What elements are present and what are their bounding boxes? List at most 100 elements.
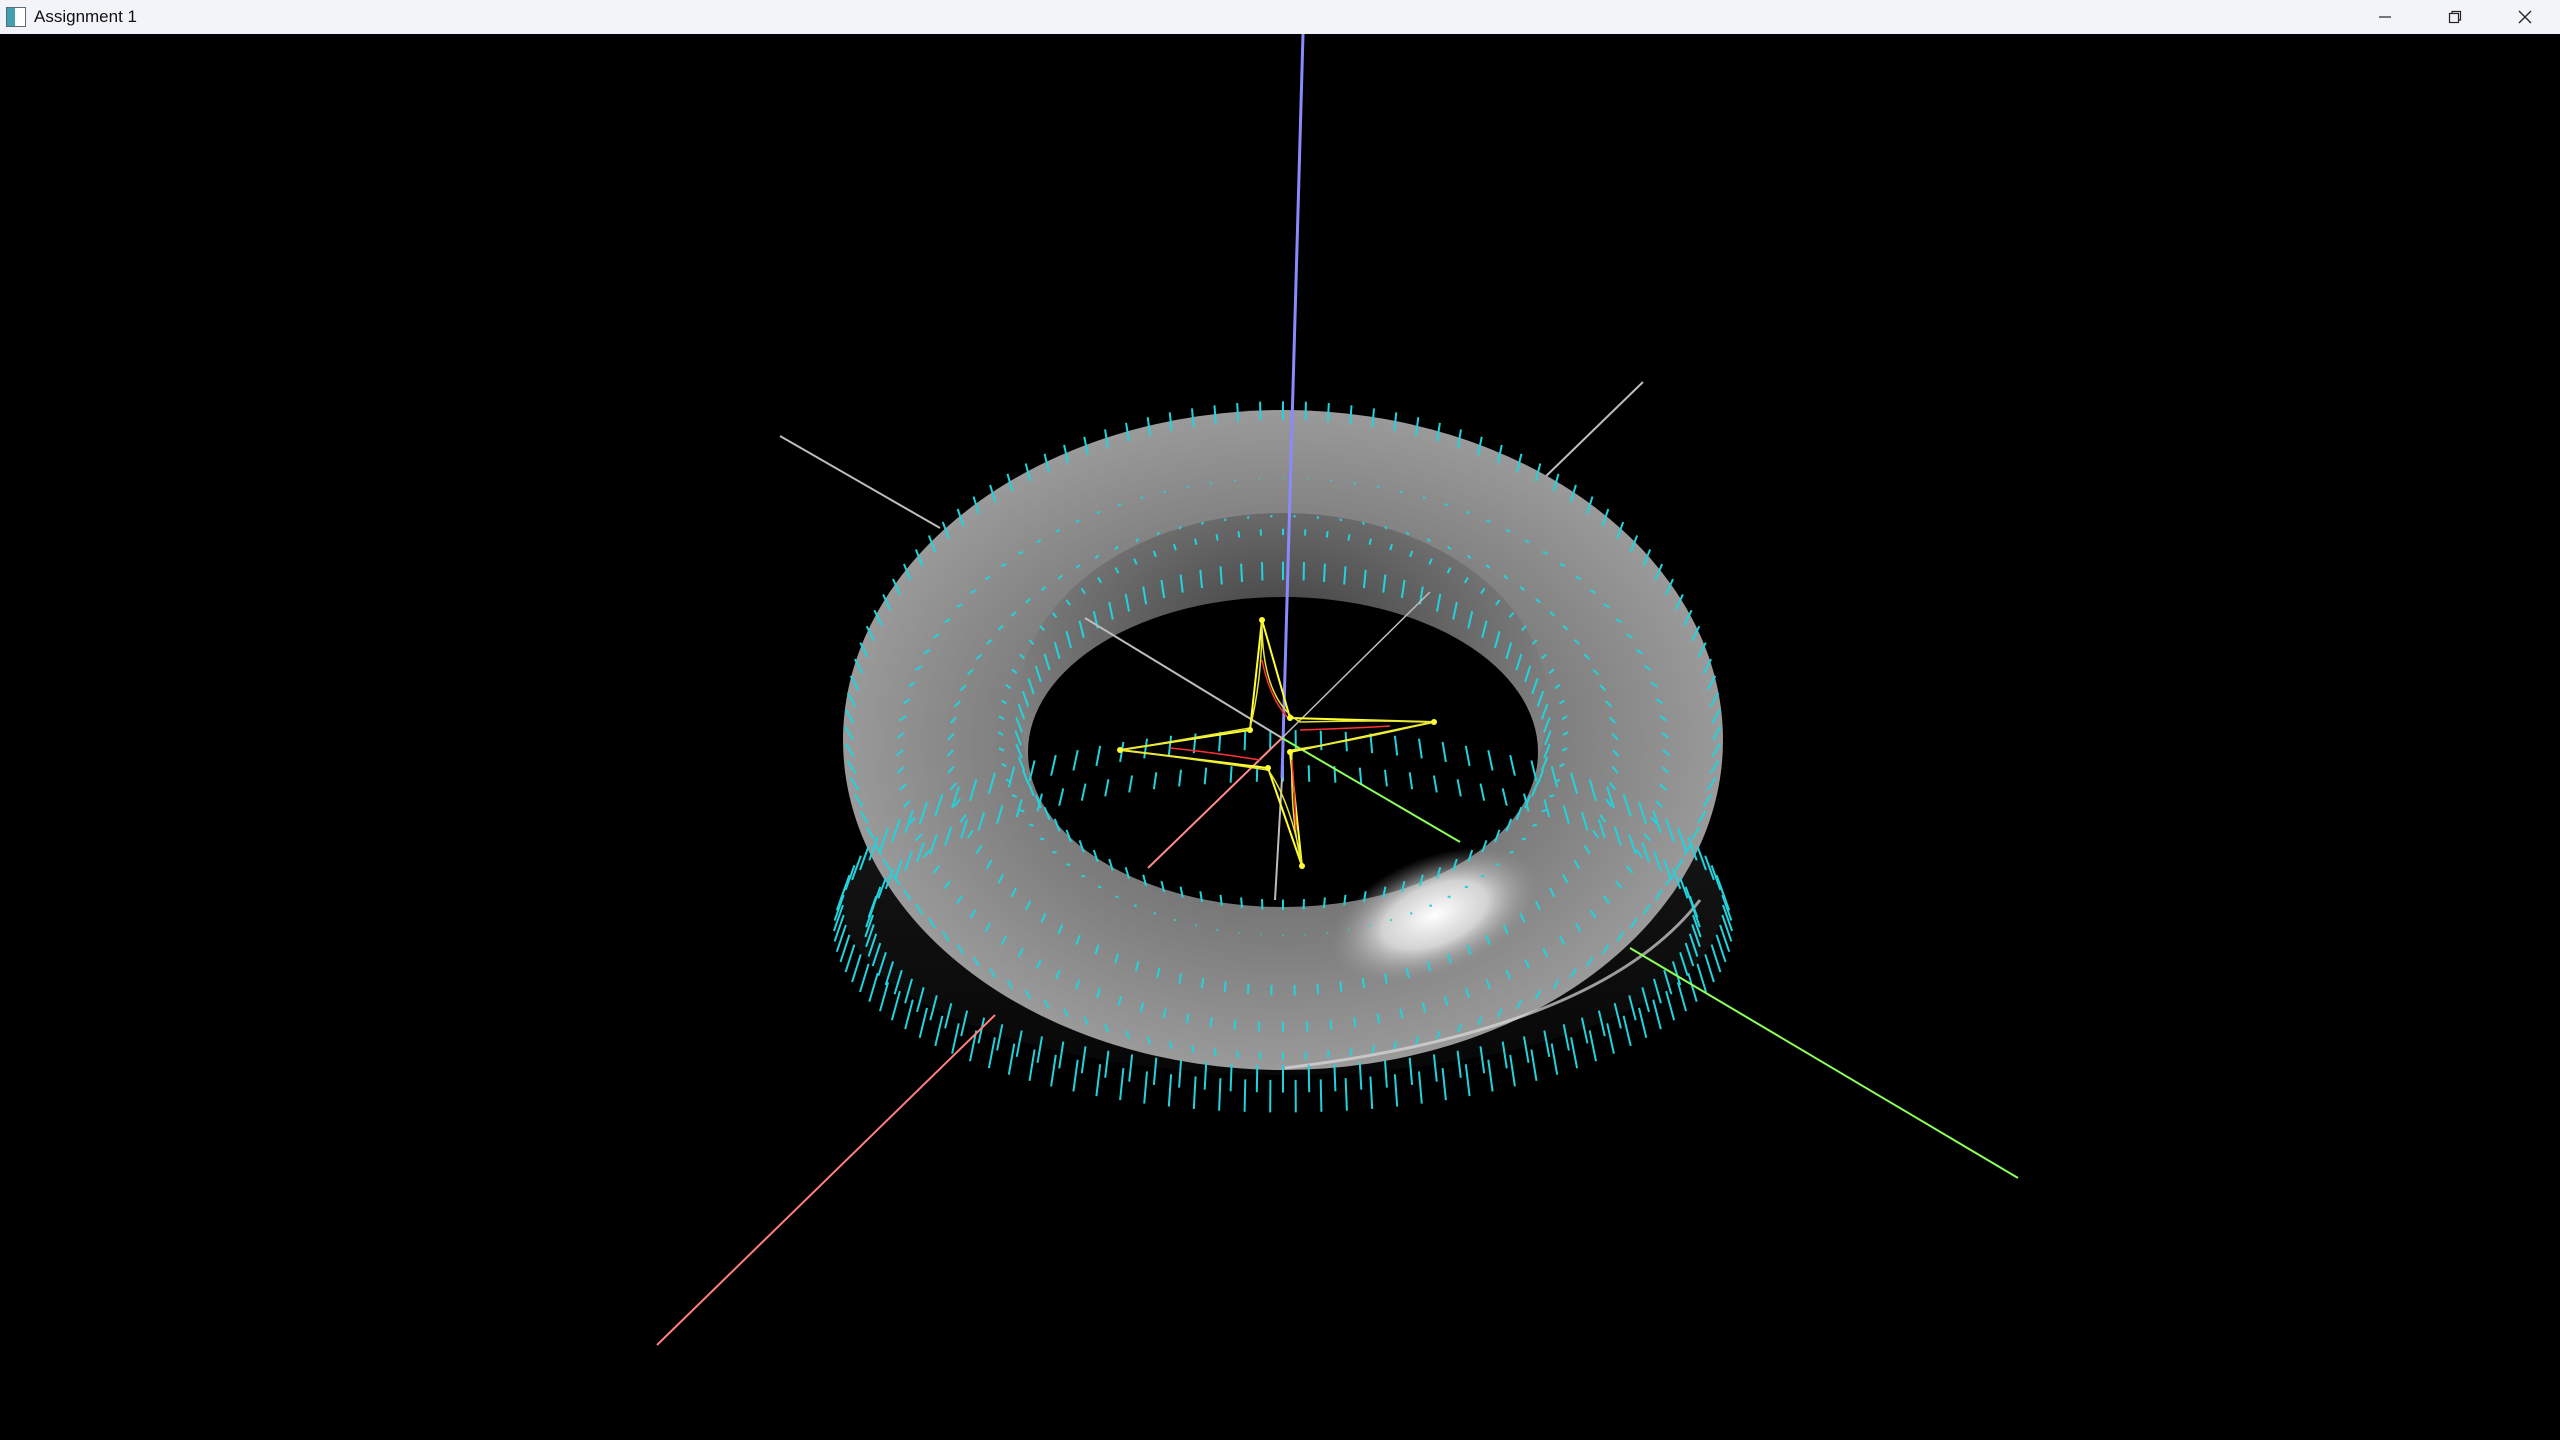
normal-vector — [1246, 516, 1250, 519]
normal-vector — [1050, 1054, 1057, 1087]
normal-vector — [918, 1007, 928, 1038]
normal-vector — [1028, 823, 1034, 827]
normal-vector — [1369, 924, 1372, 927]
normal-vector — [1384, 525, 1388, 530]
normal-vector — [879, 981, 890, 1012]
normal-vector — [1237, 531, 1241, 538]
normal-vector — [1319, 730, 1323, 751]
normal-vector — [1243, 730, 1247, 751]
normal-vector — [1333, 1063, 1337, 1092]
opengl-viewport[interactable] — [0, 34, 2560, 1440]
normal-vector — [1219, 894, 1223, 906]
normal-vector — [1325, 531, 1329, 538]
normal-vector — [1233, 479, 1237, 482]
normal-vector — [1521, 837, 1527, 841]
normal-vector — [1163, 490, 1167, 494]
control-point[interactable] — [1287, 749, 1293, 755]
control-point[interactable] — [1117, 747, 1123, 753]
normal-vector — [1233, 1019, 1237, 1030]
restore-icon — [2448, 10, 2462, 24]
normal-vector — [1376, 485, 1380, 489]
normal-vector — [1344, 1078, 1348, 1111]
opengl-window-icon — [6, 7, 26, 27]
window-controls — [2350, 0, 2560, 34]
control-point[interactable] — [1247, 727, 1253, 733]
normal-vector — [1532, 823, 1538, 827]
normal-vector — [1213, 405, 1217, 424]
normal-vector — [987, 1037, 996, 1069]
normal-vector — [1606, 1023, 1615, 1054]
control-point[interactable] — [1259, 617, 1265, 623]
normal-vector — [1028, 1049, 1036, 1081]
grid-line-back-right — [1539, 381, 1644, 483]
normal-vector — [1255, 1064, 1259, 1093]
normal-vector — [1622, 1015, 1632, 1047]
y-axis — [1629, 947, 2019, 1179]
normal-vector — [1339, 518, 1343, 522]
normal-vector — [1399, 490, 1403, 494]
control-point[interactable] — [1299, 863, 1305, 869]
normal-vector — [934, 1015, 944, 1047]
normal-vector — [1039, 837, 1045, 841]
normal-vector — [1229, 1063, 1233, 1092]
normal-vector — [1316, 983, 1320, 995]
normal-vector — [1326, 403, 1330, 422]
x-axis — [656, 1014, 996, 1346]
normal-vector — [1393, 1074, 1399, 1107]
normal-vector — [1710, 944, 1722, 973]
control-point[interactable] — [1287, 715, 1293, 721]
normal-vector — [1200, 521, 1205, 525]
normal-vector — [1339, 981, 1343, 992]
normal-vector — [1509, 1054, 1516, 1087]
normal-vector — [1347, 928, 1350, 931]
normal-vector — [1192, 1076, 1197, 1109]
normal-vector — [1243, 1079, 1247, 1112]
normal-vector — [1119, 1067, 1125, 1101]
normal-vector — [1319, 1079, 1323, 1112]
normal-vector — [1465, 510, 1470, 514]
normal-vector — [1316, 516, 1320, 519]
normal-vector — [1665, 990, 1676, 1021]
normal-vector — [1444, 502, 1448, 507]
normal-vector — [1186, 485, 1190, 489]
restore-button[interactable] — [2420, 0, 2490, 34]
normal-vector — [1329, 1019, 1333, 1030]
normal-vector — [1066, 863, 1071, 866]
normal-vector — [1369, 1076, 1374, 1109]
normal-vector — [1007, 1043, 1016, 1075]
normal-vector — [1240, 563, 1243, 583]
normal-vector — [1216, 928, 1219, 931]
title-bar: Assignment 1 — [0, 0, 2560, 34]
normal-vector — [1422, 496, 1426, 500]
normal-vector — [1418, 1071, 1423, 1104]
normal-vector — [859, 963, 870, 993]
normal-vector — [1246, 983, 1250, 995]
normal-vector — [1343, 894, 1347, 906]
normal-vector — [1509, 850, 1514, 854]
scene-canvas[interactable] — [0, 34, 2560, 1440]
normal-vector — [1638, 1007, 1648, 1038]
normal-vector — [1353, 1017, 1357, 1028]
normal-vector — [1361, 521, 1366, 525]
normal-vector — [1307, 765, 1311, 782]
close-icon — [2518, 10, 2532, 24]
normal-vector — [1223, 981, 1227, 992]
normal-vector — [1236, 403, 1240, 422]
normal-vector — [1353, 482, 1357, 485]
control-point[interactable] — [1265, 765, 1271, 771]
normal-vector — [1347, 534, 1351, 541]
normal-vector — [1652, 999, 1662, 1030]
normal-vector — [1209, 1017, 1213, 1028]
normal-vector — [1530, 1049, 1538, 1081]
close-button[interactable] — [2490, 0, 2560, 34]
normal-vector — [1209, 482, 1213, 485]
minimize-button[interactable] — [2350, 0, 2420, 34]
minimize-icon — [2379, 16, 2391, 18]
normal-vector — [851, 954, 862, 983]
normal-vector — [1495, 863, 1500, 866]
normal-vector — [1237, 931, 1240, 934]
normal-vector — [1307, 1064, 1311, 1093]
normal-vector — [1215, 534, 1219, 541]
control-point[interactable] — [1431, 719, 1437, 725]
normal-vector — [1349, 1048, 1353, 1057]
